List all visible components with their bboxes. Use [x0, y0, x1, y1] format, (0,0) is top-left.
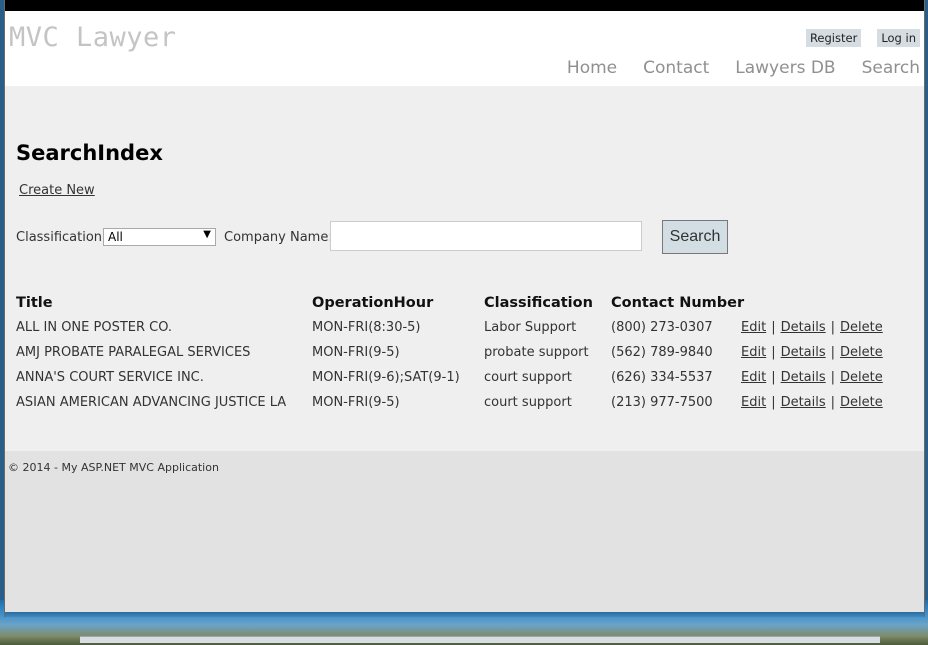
cell-hours: MON-FRI(9-6);SAT(9-1) — [312, 370, 460, 385]
cell-phone: (626) 334-5537 — [611, 370, 713, 385]
dropdown-arrow-icon: ▼ — [203, 229, 211, 240]
details-link[interactable]: Details — [781, 395, 826, 410]
cell-title: ALL IN ONE POSTER CO. — [16, 320, 173, 335]
top-bar — [5, 0, 924, 11]
delete-link[interactable]: Delete — [840, 345, 883, 360]
cell-hours: MON-FRI(8:30-5) — [312, 320, 421, 335]
header-operation-hour: OperationHour — [312, 295, 434, 311]
site-logo[interactable]: MVC Lawyer — [9, 22, 177, 53]
edit-link[interactable]: Edit — [741, 370, 766, 385]
browser-window: MVC Lawyer Register Log in Home Contact … — [4, 0, 925, 617]
separator: | — [771, 395, 776, 410]
edit-link[interactable]: Edit — [741, 320, 766, 335]
cell-classification: probate support — [484, 345, 589, 360]
search-form: Classification: All ▼ Company Name: Sear… — [16, 220, 916, 254]
login-link[interactable]: Log in — [877, 29, 920, 47]
cell-phone: (800) 273-0307 — [611, 320, 713, 335]
header-classification: Classification — [484, 295, 593, 311]
separator: | — [830, 320, 836, 335]
cell-classification: court support — [484, 395, 572, 410]
delete-link[interactable]: Delete — [840, 370, 883, 385]
main-nav: Home Contact Lawyers DB Search — [567, 58, 920, 78]
classification-selected-value: All — [108, 230, 123, 244]
details-link[interactable]: Details — [781, 370, 826, 385]
taskbar-strip — [80, 636, 880, 643]
nav-lawyers-db[interactable]: Lawyers DB — [735, 58, 835, 78]
account-links: Register Log in — [805, 29, 920, 47]
edit-link[interactable]: Edit — [741, 395, 766, 410]
edit-link[interactable]: Edit — [741, 345, 766, 360]
details-link[interactable]: Details — [781, 345, 826, 360]
cell-title: ANNA'S COURT SERVICE INC. — [16, 370, 204, 385]
company-name-label: Company Name: — [224, 230, 333, 245]
table-row: AMJ PROBATE PARALEGAL SERVICES MON-FRI(9… — [16, 345, 916, 370]
nav-contact[interactable]: Contact — [643, 58, 709, 78]
cell-classification: court support — [484, 370, 572, 385]
separator: | — [771, 345, 776, 360]
cell-classification: Labor Support — [484, 320, 577, 335]
footer-copyright: © 2014 - My ASP.NET MVC Application — [8, 461, 219, 474]
delete-link[interactable]: Delete — [840, 395, 883, 410]
table-row: ANNA'S COURT SERVICE INC. MON-FRI(9-6);S… — [16, 370, 916, 395]
separator: | — [830, 345, 836, 360]
row-actions: Edit | Details | Delete — [741, 370, 883, 385]
cell-hours: MON-FRI(9-5) — [312, 395, 400, 410]
details-link[interactable]: Details — [781, 320, 826, 335]
table-row: ASIAN AMERICAN ADVANCING JUSTICE LA MON-… — [16, 395, 916, 420]
separator: | — [830, 370, 836, 385]
cell-phone: (562) 789-9840 — [611, 345, 713, 360]
classification-select[interactable]: All ▼ — [103, 228, 216, 246]
separator: | — [771, 320, 776, 335]
cell-phone: (213) 977-7500 — [611, 395, 713, 410]
cell-hours: MON-FRI(9-5) — [312, 345, 400, 360]
classification-label: Classification: — [16, 230, 107, 245]
header-contact-number: Contact Number — [611, 295, 745, 311]
nav-search[interactable]: Search — [862, 58, 920, 78]
separator: | — [830, 395, 836, 410]
cell-title: AMJ PROBATE PARALEGAL SERVICES — [16, 345, 251, 360]
nav-home[interactable]: Home — [567, 58, 617, 78]
separator: | — [771, 370, 776, 385]
row-actions: Edit | Details | Delete — [741, 320, 883, 335]
company-name-input[interactable] — [330, 221, 642, 251]
row-actions: Edit | Details | Delete — [741, 345, 883, 360]
search-button[interactable]: Search — [662, 220, 728, 254]
window-bottom-edge — [5, 612, 924, 617]
create-new-link[interactable]: Create New — [19, 183, 95, 198]
main-content: SearchIndex Create New Classification: A… — [5, 86, 924, 451]
row-actions: Edit | Details | Delete — [741, 395, 883, 410]
page-title: SearchIndex — [16, 141, 163, 165]
delete-link[interactable]: Delete — [840, 320, 883, 335]
register-link[interactable]: Register — [805, 29, 862, 47]
header-title: Title — [16, 295, 53, 311]
cell-title: ASIAN AMERICAN ADVANCING JUSTICE LA — [16, 395, 287, 410]
table-row: ALL IN ONE POSTER CO. MON-FRI(8:30-5) La… — [16, 320, 916, 345]
